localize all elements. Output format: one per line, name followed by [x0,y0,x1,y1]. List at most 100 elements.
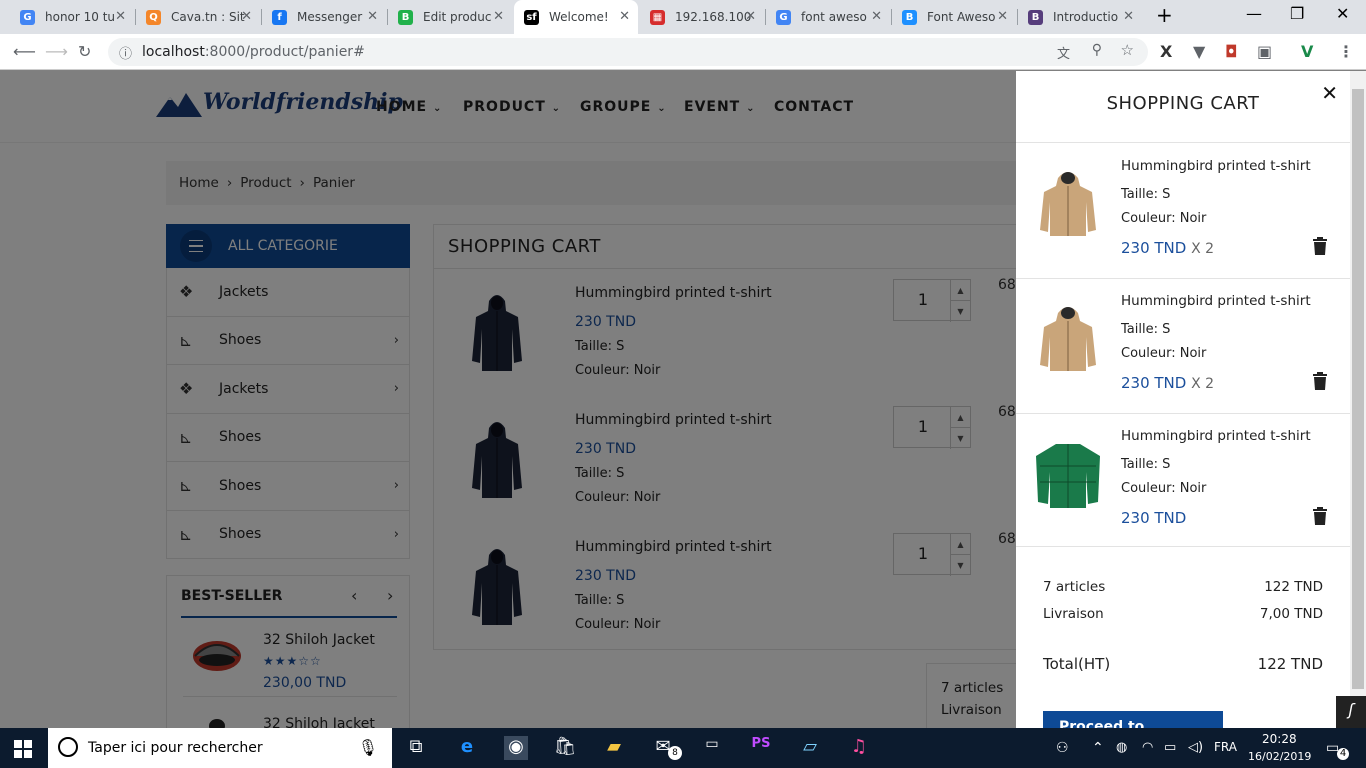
windows-start-icon[interactable] [14,740,32,758]
info-icon[interactable]: ⓘ [119,43,132,62]
tab-close-icon[interactable]: ✕ [367,9,378,24]
close-icon[interactable]: ✕ [1321,81,1338,105]
language-indicator[interactable]: FRA [1214,740,1237,754]
bookmark-star-icon[interactable]: ☆ [1121,41,1134,59]
forward-icon[interactable]: ⟶ [45,42,68,61]
menu-kebab-icon[interactable]: ⋮ [1338,42,1354,61]
windows-taskbar: Taper ici pour rechercher 🎙 ⧉ e ◉ 🛍 ▰ ✉ … [0,728,1366,768]
tab-title: 192.168.100 [675,10,752,24]
product-image[interactable] [1034,303,1102,373]
product-color: Couleur: Noir [1121,211,1207,226]
browser-tab[interactable]: B Edit produc ✕ [388,0,512,34]
trash-icon[interactable] [1312,372,1328,390]
product-name[interactable]: Hummingbird printed t-shirt [1121,158,1311,174]
product-image[interactable] [1034,438,1102,508]
avg-icon[interactable]: ▣ [1257,42,1272,61]
people-icon[interactable]: ⚇ [1056,740,1069,756]
browser-tab[interactable]: B Introductio ✕ [1018,0,1142,34]
browser-tab[interactable]: ▦ 192.168.100 ✕ [640,0,764,34]
clock-date[interactable]: 16/02/2019 [1248,750,1311,763]
terminal-icon[interactable]: ▭ [700,736,724,760]
antivirus-icon[interactable]: ◍ [1116,740,1127,755]
taskbar-search[interactable]: Taper ici pour rechercher 🎙 [48,728,392,768]
tab-close-icon[interactable]: ✕ [115,9,126,24]
back-icon[interactable]: ⟵ [13,42,36,61]
tab-close-icon[interactable]: ✕ [619,9,630,24]
volume-icon[interactable]: ◁) [1188,740,1203,755]
side-total-row: Total(HT) 122 TND [1043,655,1323,673]
address-bar: ⟵ ⟶ ↻ ⓘ localhost:8000/product/panier# 文… [0,34,1366,70]
tab-close-icon[interactable]: ✕ [1123,9,1134,24]
zoom-icon[interactable]: ⚲ [1092,42,1102,58]
translate-icon[interactable]: 文 [1057,43,1070,62]
product-size: Taille: S [1121,187,1171,202]
minimize-icon[interactable]: — [1246,4,1262,23]
product-image[interactable] [1034,168,1102,238]
phpstorm-icon[interactable]: PS [749,736,773,760]
chrome-icon[interactable]: ◉ [504,736,528,760]
tab-title: Messenger [297,10,363,24]
tab-title: Welcome! [549,10,609,24]
trash-icon[interactable] [1312,237,1328,255]
new-tab-icon[interactable]: + [1156,3,1173,27]
tab-favicon-icon: ▦ [650,9,665,25]
store-icon[interactable]: 🛍 [553,736,577,760]
side-cart-title: SHOPPING CART [1106,93,1260,114]
tab-close-icon[interactable]: ✕ [493,9,504,24]
clock-time[interactable]: 20:28 [1262,732,1297,746]
maximize-icon[interactable]: ❐ [1290,4,1304,23]
extension-x-icon[interactable]: X [1160,42,1172,61]
product-price: 230 TND X 2 [1121,374,1215,392]
tab-favicon-icon: Q [146,9,161,25]
side-livraison-row: Livraison 7,00 TND [1043,606,1323,622]
itunes-icon[interactable]: ♫ [847,736,871,760]
product-name[interactable]: Hummingbird printed t-shirt [1121,293,1311,309]
microphone-icon[interactable]: 🎙 [358,738,378,757]
tab-close-icon[interactable]: ✕ [997,9,1008,24]
product-size: Taille: S [1121,322,1171,337]
tab-close-icon[interactable]: ✕ [871,9,882,24]
task-view-icon[interactable]: ⧉ [404,736,428,760]
browser-tab[interactable]: B Font Aweso ✕ [892,0,1016,34]
tab-title: honor 10 tu [45,10,116,24]
tab-favicon-icon: B [398,9,413,25]
product-name[interactable]: Hummingbird printed t-shirt [1121,428,1311,444]
tab-favicon-icon: G [20,9,35,25]
product-price: 230 TND [1121,509,1187,527]
edge-icon[interactable]: e [455,736,479,760]
trash-icon[interactable] [1312,507,1328,525]
browser-tab[interactable]: f Messenger ✕ [262,0,386,34]
notification-badge: 4 [1337,748,1349,760]
tab-close-icon[interactable]: ✕ [241,9,252,24]
url-field[interactable]: ⓘ localhost:8000/product/panier# 文 ⚲ ☆ [108,38,1148,66]
wifi-icon[interactable]: ◠ [1142,740,1153,755]
browser-tab[interactable]: Gfont aweso ✕ [766,0,890,34]
vue-devtools-icon[interactable]: V [1301,42,1313,61]
tab-title: Cava.tn : Sit [171,10,245,24]
page-scrollbar[interactable] [1350,71,1366,728]
tab-favicon-icon: B [902,9,917,25]
symfony-toolbar-icon[interactable]: ʃ [1336,696,1366,728]
tray-chevron-icon[interactable]: ⌃ [1092,740,1104,756]
window-close-icon[interactable]: ✕ [1336,4,1349,23]
tab-close-icon[interactable]: ✕ [745,9,756,24]
pocket-icon[interactable]: ◘ [1225,42,1238,61]
browser-tab[interactable]: sf Welcome! ✕ [514,0,638,34]
reload-icon[interactable]: ↻ [78,42,91,61]
side-cart-drawer: SHOPPING CART ✕ Hummingbird printed t-sh… [1016,71,1350,728]
proceed-to-checkout-button[interactable]: Proceed to checkout [1043,711,1223,728]
battery-icon[interactable]: ▭ [1164,740,1176,755]
scrollbar-thumb[interactable] [1352,89,1364,689]
tab-favicon-icon: f [272,9,287,25]
cortana-icon [58,737,78,757]
file-explorer-icon[interactable]: ▰ [602,736,626,760]
app-icon[interactable]: ▱ [798,736,822,760]
browser-tab[interactable]: Ghonor 10 tu ✕ [10,0,134,34]
mail-badge: 8 [668,746,682,760]
browser-tab[interactable]: Q Cava.tn : Sit ✕ [136,0,260,34]
browser-tab-bar: Ghonor 10 tu ✕ Q Cava.tn : Sit ✕ f Messenger ✕ B… [0,0,1366,34]
tab-favicon-icon: B [1028,9,1043,25]
side-articles-row: 7 articles 122 TND [1043,579,1323,595]
tab-title: font aweso [801,10,867,24]
extension-v-icon[interactable]: ▼ [1193,42,1205,61]
